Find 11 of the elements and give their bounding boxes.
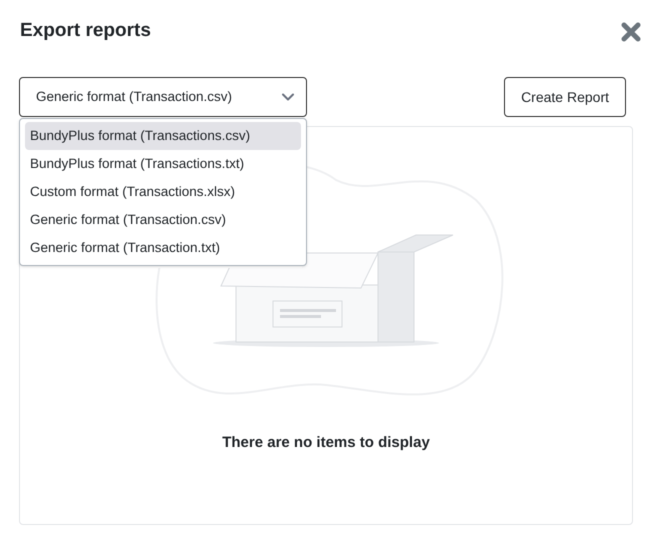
- dialog-title: Export reports: [20, 19, 151, 44]
- format-option[interactable]: BundyPlus format (Transactions.txt): [25, 150, 301, 178]
- format-option[interactable]: Generic format (Transaction.csv): [25, 206, 301, 234]
- empty-state-message: There are no items to display: [222, 433, 430, 453]
- create-report-button[interactable]: Create Report: [504, 77, 626, 117]
- format-option[interactable]: Custom format (Transactions.xlsx): [25, 178, 301, 206]
- chevron-down-icon: [282, 93, 294, 101]
- format-select[interactable]: Generic format (Transaction.csv): [19, 77, 307, 117]
- format-option[interactable]: Generic format (Transaction.txt): [25, 234, 301, 262]
- close-icon[interactable]: [620, 20, 642, 42]
- format-option[interactable]: BundyPlus format (Transactions.csv): [25, 122, 301, 150]
